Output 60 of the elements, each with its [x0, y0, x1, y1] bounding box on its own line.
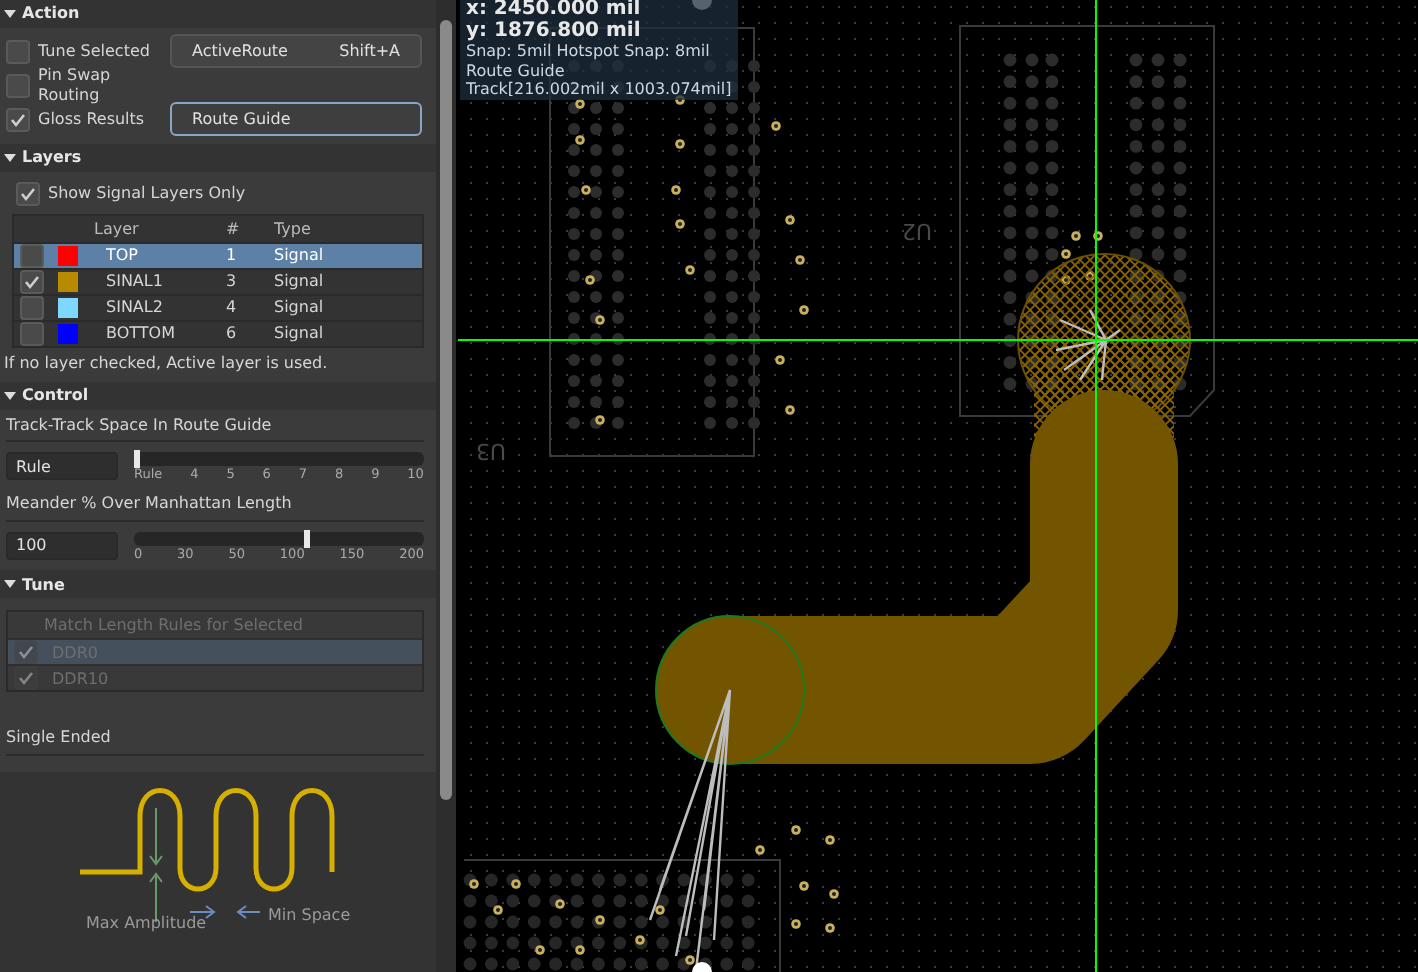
- scrollbar[interactable]: [436, 0, 456, 972]
- collapse-icon[interactable]: [4, 154, 16, 162]
- layer-row[interactable]: TOP 1 Signal: [14, 242, 422, 268]
- slider-track[interactable]: [134, 452, 424, 467]
- checkbox[interactable]: [6, 39, 30, 63]
- layer-number: 4: [226, 298, 239, 318]
- section-title: Action: [22, 4, 80, 24]
- layer-number: 1: [226, 246, 239, 266]
- layer-type: Signal: [274, 246, 326, 266]
- collapse-icon[interactable]: [4, 10, 16, 18]
- designator-label: U3: [475, 438, 506, 464]
- layer-name: SINAL2: [104, 298, 165, 318]
- mode-label: Single Ended: [6, 728, 424, 756]
- checkbox[interactable]: [20, 244, 44, 268]
- checkbox-label: Tune Selected: [38, 41, 150, 61]
- setting-label: Track-Track Space In Route Guide: [6, 415, 424, 443]
- column-header: #: [226, 219, 242, 239]
- layer-number: 6: [226, 324, 239, 344]
- column-header: Type: [274, 219, 313, 239]
- checkbox-label: Show Signal Layers Only: [48, 183, 246, 203]
- checkbox[interactable]: [16, 181, 40, 205]
- layer-type: Signal: [274, 324, 326, 344]
- checkbox[interactable]: [20, 270, 44, 294]
- value-field[interactable]: Rule: [6, 452, 118, 481]
- layer-name: TOP: [104, 246, 141, 266]
- action-button[interactable]: Route Guide: [170, 102, 422, 136]
- designator-label: U2: [901, 218, 932, 244]
- layer-row[interactable]: SINAL1 3 Signal: [14, 268, 422, 294]
- layer-type: Signal: [274, 272, 326, 292]
- layer-type: Signal: [274, 298, 326, 318]
- checkbox-label: Pin Swap Routing: [38, 65, 113, 105]
- checkbox[interactable]: [20, 296, 44, 320]
- slider-track[interactable]: [134, 531, 424, 546]
- info-text: Route Guide: [466, 61, 567, 81]
- section-title: Control: [22, 385, 89, 405]
- setting-label: Meander % Over Manhattan Length: [6, 493, 424, 522]
- layer-row[interactable]: SINAL2 4 Signal: [14, 294, 422, 320]
- pcb-layout-drawing[interactable]: [457, 0, 1418, 972]
- checkbox[interactable]: [20, 322, 44, 346]
- checkbox-label: Gloss Results: [38, 109, 145, 129]
- coordinate-readout: y: 1876.800 mil: [466, 21, 643, 42]
- diagram-label: Max Amplitude: [86, 913, 207, 932]
- collapse-icon[interactable]: [4, 391, 16, 400]
- action-button[interactable]: ActiveRoute Shift+A: [170, 34, 422, 68]
- slider-thumb[interactable]: [134, 450, 140, 469]
- layer-number: 3: [226, 272, 239, 292]
- column-header: Layer: [94, 219, 141, 239]
- layer-name: SINAL1: [104, 272, 165, 292]
- layer-row[interactable]: BOTTOM 6 Signal: [14, 320, 422, 346]
- layer-name: BOTTOM: [104, 324, 177, 344]
- checkbox[interactable]: [6, 73, 30, 97]
- slider-thumb[interactable]: [304, 529, 311, 548]
- info-text: Track[216.002mil x 1003.074mil]: [466, 80, 732, 100]
- info-text: Snap: 5mil Hotspot Snap: 8mil: [466, 42, 712, 62]
- note-text: If no layer checked, Active layer is used.: [4, 354, 330, 374]
- value-field[interactable]: 100: [6, 531, 118, 560]
- section-title: Layers: [22, 148, 82, 168]
- section-title: Tune: [22, 575, 65, 595]
- diagram-label: Min Space: [268, 905, 351, 924]
- checkbox[interactable]: [6, 107, 30, 131]
